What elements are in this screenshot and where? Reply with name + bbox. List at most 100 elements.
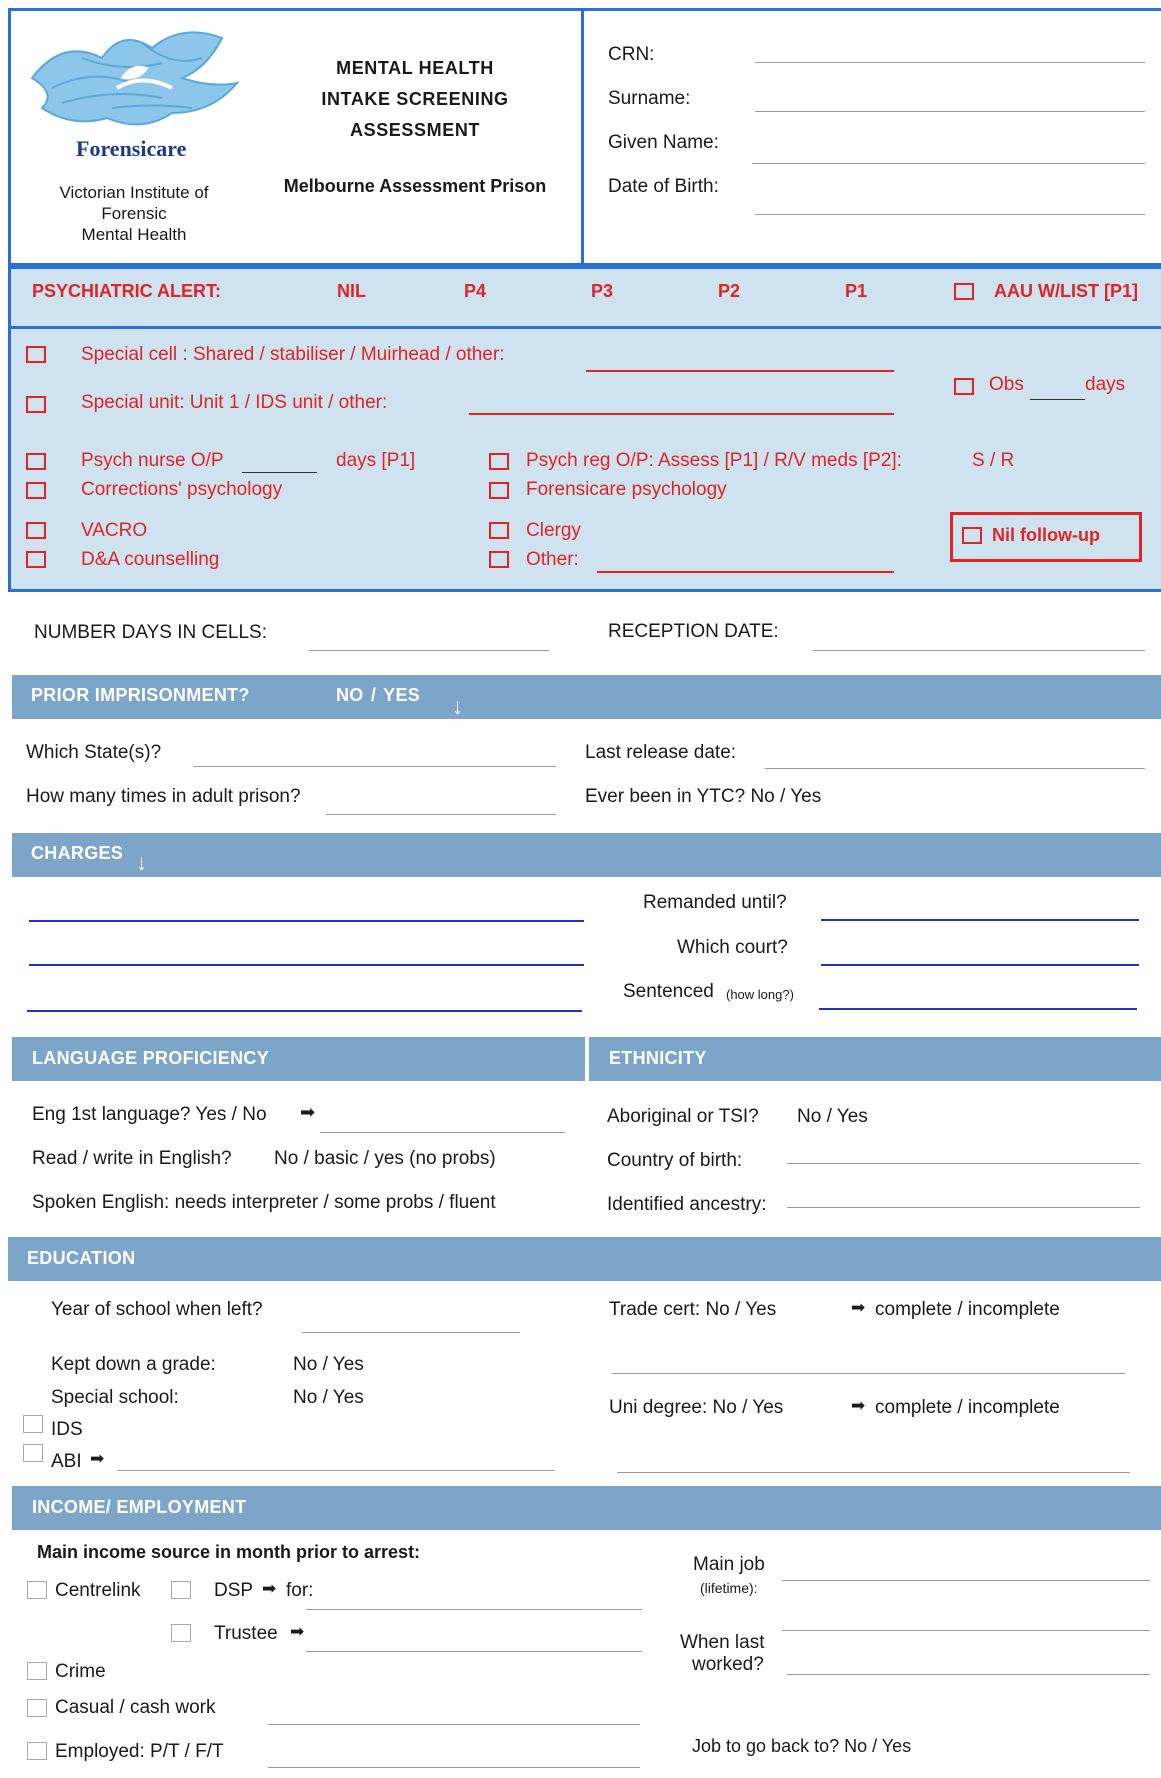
- special-unit-other-field[interactable]: [469, 413, 894, 415]
- corrections-checkbox[interactable]: [26, 482, 46, 499]
- dsp-for-field[interactable]: [306, 1609, 642, 1610]
- forensicare-psych-checkbox[interactable]: [489, 482, 509, 499]
- surname-field[interactable]: [755, 111, 1145, 112]
- spoken-english-label[interactable]: Spoken English: needs interpreter / some…: [32, 1192, 496, 1214]
- aboriginal-options[interactable]: No / Yes: [797, 1106, 868, 1128]
- crn-label: CRN:: [608, 44, 655, 65]
- charges-header: CHARGES: [31, 843, 124, 863]
- main-job-field[interactable]: [782, 1580, 1150, 1581]
- special-cell-other-field[interactable]: [586, 370, 894, 372]
- ancestry-field[interactable]: [787, 1207, 1140, 1208]
- how-many-field[interactable]: [326, 814, 556, 815]
- charge-field-3[interactable]: [27, 1010, 582, 1012]
- dsp-label: DSP: [214, 1580, 254, 1601]
- job-back-label[interactable]: Job to go back to? No / Yes: [692, 1736, 911, 1757]
- income-header: INCOME/ EMPLOYMENT: [32, 1497, 247, 1517]
- surname-label: Surname:: [608, 88, 691, 109]
- dob-label: Date of Birth:: [608, 176, 719, 197]
- org-full-line-2: Forensic: [101, 204, 167, 223]
- trustee-field[interactable]: [306, 1651, 642, 1652]
- days-in-cells-field[interactable]: [309, 650, 549, 651]
- crime-checkbox[interactable]: [27, 1662, 47, 1680]
- obs-days-field[interactable]: [1030, 399, 1085, 400]
- charge-field-2[interactable]: [29, 964, 584, 966]
- prior-imprisonment-options[interactable]: NO / YES: [336, 685, 420, 706]
- casual-field[interactable]: [268, 1724, 640, 1725]
- alert-level-p2[interactable]: P2: [718, 281, 740, 302]
- special-school-options[interactable]: No / Yes: [293, 1387, 364, 1409]
- which-states-field[interactable]: [193, 766, 556, 767]
- aboriginal-label: Aboriginal or TSI?: [607, 1106, 759, 1127]
- kept-down-options[interactable]: No / Yes: [293, 1354, 364, 1376]
- alert-level-nil[interactable]: NIL: [337, 281, 366, 302]
- country-birth-field[interactable]: [787, 1163, 1140, 1164]
- eng-first-label[interactable]: Eng 1st language? Yes / No: [32, 1104, 267, 1126]
- uni-complete-options[interactable]: complete / incomplete: [875, 1397, 1060, 1419]
- dna-label: D&A counselling: [81, 549, 220, 570]
- special-cell-checkbox[interactable]: [26, 346, 46, 363]
- alert-level-p3[interactable]: P3: [591, 281, 613, 302]
- nil-followup-label: Nil follow-up: [992, 525, 1100, 545]
- main-job-field-2[interactable]: [782, 1630, 1150, 1631]
- dsp-checkbox[interactable]: [171, 1581, 191, 1599]
- psych-reg-checkbox[interactable]: [489, 453, 509, 470]
- trade-complete-options[interactable]: complete / incomplete: [875, 1299, 1060, 1321]
- crn-field[interactable]: [755, 62, 1145, 63]
- centrelink-checkbox[interactable]: [27, 1581, 47, 1599]
- sentenced-field[interactable]: [819, 1008, 1137, 1010]
- obs-days-label: days: [1085, 374, 1126, 395]
- trade-cert-field[interactable]: [612, 1373, 1125, 1374]
- last-release-field[interactable]: [765, 768, 1145, 769]
- given-name-field[interactable]: [752, 163, 1145, 164]
- psych-nurse-label: Psych nurse O/P: [81, 450, 224, 471]
- country-birth-label: Country of birth:: [607, 1150, 743, 1171]
- org-full-line-1: Victorian Institute of: [59, 183, 209, 202]
- casual-checkbox[interactable]: [27, 1699, 47, 1717]
- last-release-label: Last release date:: [585, 742, 737, 763]
- ids-label: IDS: [51, 1419, 83, 1440]
- eng-first-field[interactable]: [320, 1132, 565, 1133]
- which-court-field[interactable]: [821, 964, 1139, 966]
- abi-field[interactable]: [117, 1470, 555, 1471]
- ytc-label[interactable]: Ever been in YTC? No / Yes: [585, 786, 821, 808]
- ids-checkbox[interactable]: [23, 1415, 43, 1433]
- abi-checkbox[interactable]: [23, 1444, 43, 1462]
- alert-level-p1[interactable]: P1: [845, 281, 867, 302]
- s-r-label[interactable]: S / R: [972, 450, 1014, 472]
- psych-nurse-checkbox[interactable]: [26, 453, 46, 470]
- sentenced-label: Sentenced: [623, 981, 714, 1002]
- form-title-line-1: MENTAL HEALTH: [336, 58, 494, 78]
- uni-degree-label[interactable]: Uni degree: No / Yes: [609, 1397, 783, 1419]
- charge-field-1[interactable]: [29, 920, 584, 922]
- prior-imprisonment-header: PRIOR IMPRISONMENT?: [31, 685, 250, 705]
- location-title: Melbourne Assessment Prison: [283, 176, 547, 196]
- reception-date-field[interactable]: [813, 650, 1145, 651]
- employed-field[interactable]: [268, 1767, 640, 1768]
- special-unit-checkbox[interactable]: [26, 396, 46, 413]
- casual-label: Casual / cash work: [55, 1697, 216, 1718]
- dsp-for-label: for:: [286, 1580, 314, 1601]
- aau-wlist-checkbox[interactable]: [954, 283, 974, 300]
- remanded-field[interactable]: [821, 919, 1139, 921]
- when-last-field[interactable]: [787, 1674, 1150, 1675]
- read-write-options[interactable]: No / basic / yes (no probs): [274, 1148, 496, 1170]
- alert-level-p4[interactable]: P4: [464, 281, 486, 302]
- trade-cert-label[interactable]: Trade cert: No / Yes: [609, 1299, 776, 1321]
- uni-degree-field[interactable]: [617, 1472, 1130, 1473]
- remanded-label: Remanded until?: [643, 892, 787, 913]
- dna-checkbox[interactable]: [26, 551, 46, 568]
- nil-followup-checkbox[interactable]: [962, 527, 982, 544]
- employed-checkbox[interactable]: [27, 1742, 47, 1760]
- other-field[interactable]: [597, 571, 894, 573]
- other-checkbox[interactable]: [489, 551, 509, 568]
- psych-nurse-days-field[interactable]: [242, 472, 317, 473]
- year-left-field[interactable]: [302, 1332, 520, 1333]
- trustee-checkbox[interactable]: [171, 1624, 191, 1642]
- centrelink-label: Centrelink: [55, 1580, 141, 1601]
- forensicare-logo-icon: [30, 31, 240, 126]
- obs-checkbox[interactable]: [954, 378, 974, 395]
- vacro-checkbox[interactable]: [26, 522, 46, 539]
- employed-label[interactable]: Employed: P/T / F/T: [55, 1741, 224, 1763]
- clergy-checkbox[interactable]: [489, 522, 509, 539]
- dob-field[interactable]: [755, 214, 1145, 215]
